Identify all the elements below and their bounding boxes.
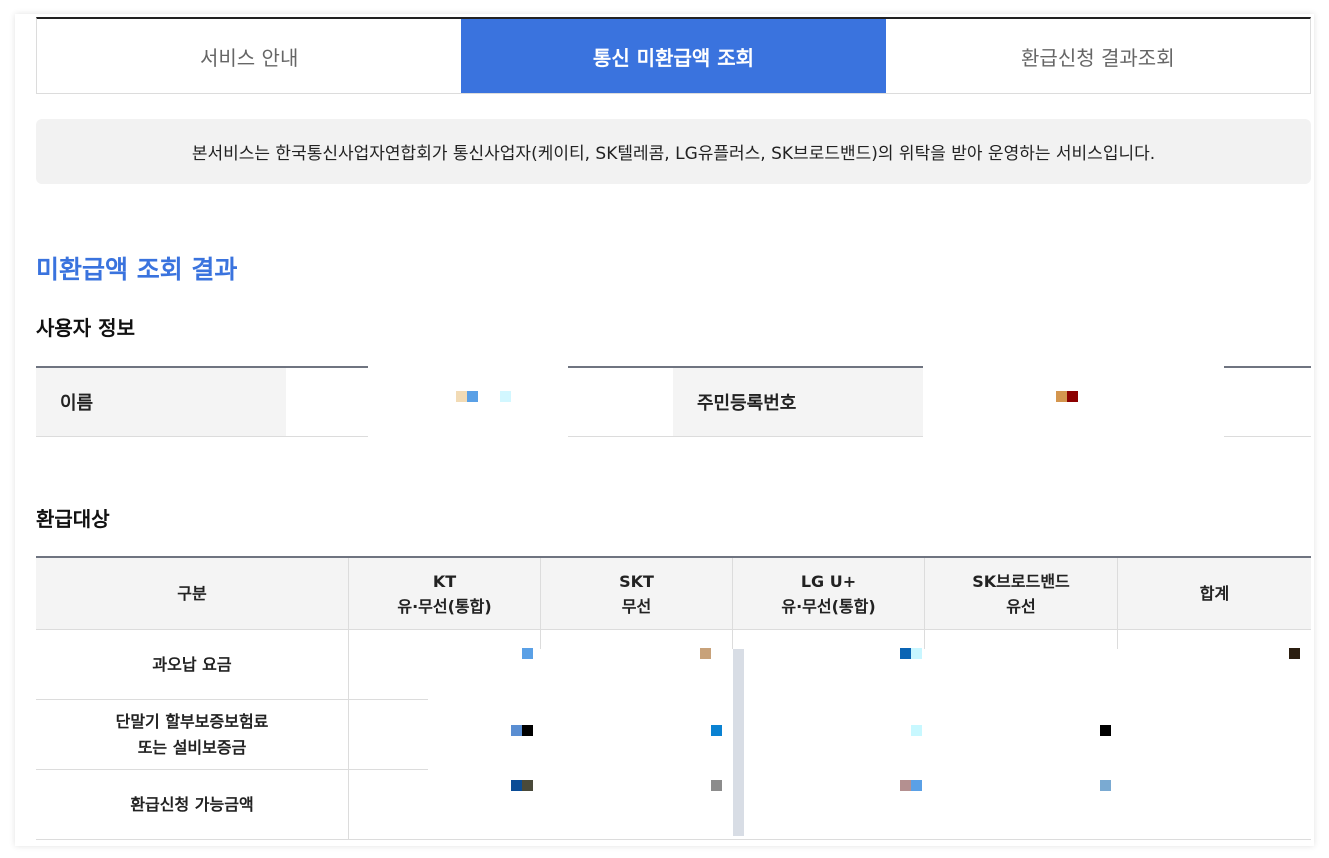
- refund-title: 환급대상: [36, 507, 110, 531]
- rrn-value-tail: [1224, 366, 1311, 437]
- mask-pixel: [467, 391, 478, 402]
- masked-values-area: [428, 649, 1311, 839]
- tab-bar: 서비스 안내 통신 미환급액 조회 환급신청 결과조회: [36, 17, 1311, 94]
- header-total: 합계: [1199, 584, 1230, 603]
- header-category: 구분: [36, 558, 349, 629]
- mask-pixel: [456, 391, 467, 402]
- tab-unrefunded-inquiry[interactable]: 통신 미환급액 조회: [461, 19, 886, 93]
- row-label: 과오납 요금: [36, 630, 349, 699]
- mask-pixel: [522, 648, 533, 659]
- header-skt: SKT 무선: [541, 558, 733, 629]
- table-header: 구분 KT 유·무선(통합) SKT 무선 LG U+ 유·무선(통합) SK브로드밴…: [36, 558, 1311, 630]
- row-label: 단말기 할부보증보험료 또는 설비보증금: [36, 700, 349, 769]
- user-info-title: 사용자 정보: [36, 316, 135, 340]
- mask-pixel: [900, 648, 911, 659]
- mask-pixel: [911, 725, 922, 736]
- mask-pixel: [711, 780, 722, 791]
- tab-refund-result[interactable]: 환급신청 결과조회: [885, 19, 1310, 93]
- name-label: 이름: [36, 366, 286, 437]
- header-lgu: LG U+ 유·무선(통합): [733, 558, 925, 629]
- tab-service-guide[interactable]: 서비스 안내: [37, 19, 462, 93]
- mask-pixel: [522, 780, 533, 791]
- mask-pixel: [1100, 725, 1111, 736]
- mask-pixel: [1289, 648, 1300, 659]
- mask-pixel: [1100, 780, 1111, 791]
- header-skb: SK브로드밴드 유선: [925, 558, 1118, 629]
- mask-pixel: [911, 648, 922, 659]
- rrn-label: 주민등록번호: [673, 366, 923, 437]
- mask-pixel: [1067, 391, 1078, 402]
- header-kt: KT 유·무선(통합): [349, 558, 541, 629]
- mask-pixel: [900, 780, 911, 791]
- result-title: 미환급액 조회 결과: [36, 255, 238, 284]
- mask-pixel: [500, 391, 511, 402]
- mask-pixel: [511, 780, 522, 791]
- mask-pixel: [1056, 391, 1067, 402]
- mask-pixel: [511, 725, 522, 736]
- row-label: 환급신청 가능금액: [36, 770, 349, 839]
- mask-pixel: [711, 725, 722, 736]
- mask-pixel: [522, 725, 533, 736]
- mask-pixel: [700, 648, 711, 659]
- rrn-spacer: [568, 366, 673, 437]
- name-value: [286, 366, 368, 437]
- divider-bar: [733, 649, 744, 836]
- service-notice: 본서비스는 한국통신사업자연합회가 통신사업자(케이티, SK텔레콤, LG유플…: [36, 119, 1311, 184]
- mask-pixel: [911, 780, 922, 791]
